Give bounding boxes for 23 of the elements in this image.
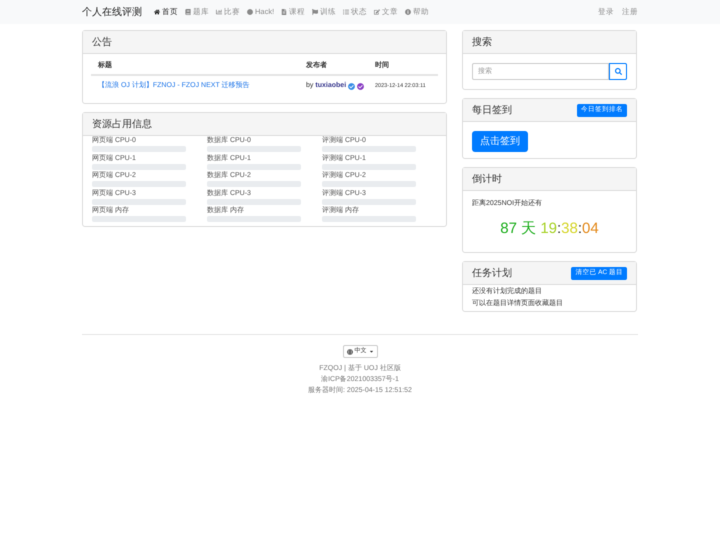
card-title: 搜索 bbox=[472, 36, 492, 50]
edit-icon bbox=[374, 9, 380, 15]
card-title: 任务计划 bbox=[472, 266, 512, 280]
search-icon bbox=[614, 68, 622, 75]
verified-icon bbox=[357, 83, 364, 90]
flag-icon bbox=[312, 9, 318, 15]
verified-icon bbox=[348, 83, 356, 90]
home-icon bbox=[154, 9, 160, 15]
book-icon bbox=[185, 9, 191, 15]
checkin-button[interactable]: 点击签到 bbox=[472, 131, 528, 152]
search-button[interactable] bbox=[609, 63, 627, 80]
list-icon bbox=[343, 9, 350, 15]
card-title: 倒计时 bbox=[472, 172, 502, 186]
countdown-timer: 87 天 19:38:04 bbox=[499, 218, 600, 238]
globe-icon bbox=[346, 348, 352, 354]
card-title: 每日签到 bbox=[472, 104, 512, 118]
card-title: 资源占用信息 bbox=[92, 118, 152, 132]
card-title: 公告 bbox=[92, 36, 112, 50]
bar-chart-icon bbox=[216, 9, 222, 15]
brand-title[interactable]: 个人在线评测 bbox=[82, 4, 142, 20]
caret-icon bbox=[368, 349, 374, 354]
document-icon bbox=[281, 9, 288, 15]
info-icon bbox=[405, 9, 412, 15]
